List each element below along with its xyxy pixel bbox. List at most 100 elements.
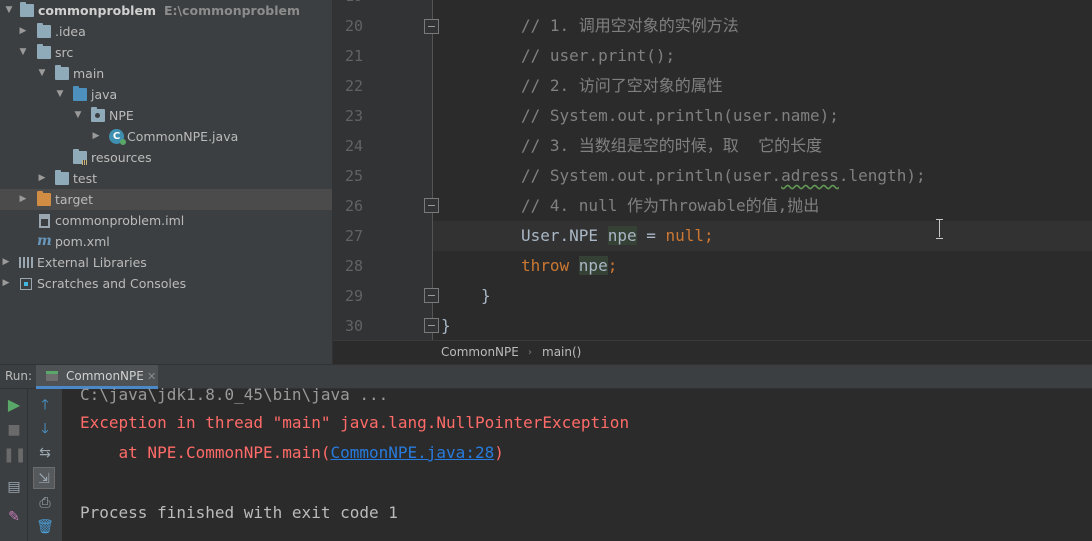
code-editor[interactable]: 19 20 21 22 23 24 25 26 27 28 29 30 // 1… — [333, 0, 1092, 340]
chevron-right-icon[interactable]: ▶ — [18, 21, 28, 42]
tree-item-label: src — [55, 45, 74, 60]
breadcrumb-class[interactable]: CommonNPE — [441, 341, 519, 364]
module-file-icon — [39, 214, 50, 228]
tree-item-label: test — [73, 171, 98, 186]
print-icon[interactable]: ⎙ — [34, 492, 56, 514]
library-icon — [19, 257, 33, 268]
code-line-20: // 1. 调用空对象的实例方法 — [433, 11, 1092, 41]
soft-wrap-icon[interactable]: ⇆ — [34, 442, 56, 464]
folder-icon — [55, 65, 69, 80]
code-line-26: // 4. null 作为Throwable的值,抛出 — [433, 191, 1092, 221]
comment: // user.print(); — [521, 46, 676, 65]
pin-icon[interactable]: ✎ — [3, 506, 25, 528]
tree-item-test[interactable]: ▶ test — [0, 168, 332, 189]
keyword: throw — [521, 256, 579, 275]
tree-item-commonnpe-java[interactable]: ▶ C CommonNPE.java — [0, 126, 332, 147]
layout-icon[interactable]: ▤ — [3, 476, 25, 498]
tree-item-label: pom.xml — [55, 234, 110, 249]
tree-item-npe-package[interactable]: ▼ NPE — [0, 105, 332, 126]
code-line-29: } — [433, 281, 1092, 311]
code-token: } — [441, 316, 451, 335]
tree-item-label: Scratches and Consoles — [37, 276, 187, 291]
source-link[interactable]: CommonNPE.java:28 — [330, 443, 494, 462]
pause-icon[interactable]: ❚❚ — [3, 444, 26, 466]
chevron-down-icon[interactable]: ▼ — [4, 0, 14, 21]
line-number: 24 — [344, 137, 363, 155]
code-token: = — [636, 226, 666, 245]
project-path: E:\commonproblem — [163, 3, 301, 18]
code-line-25: // System.out.println(user.adress.length… — [433, 161, 1092, 191]
tree-item-external-libraries[interactable]: ▶ External Libraries — [0, 252, 332, 273]
code-token: User.NPE — [521, 226, 608, 245]
line-number: 28 — [344, 257, 363, 275]
run-label: Run: — [5, 369, 33, 383]
tree-item-iml[interactable]: commonproblem.iml — [0, 210, 332, 231]
chevron-down-icon[interactable]: ▼ — [37, 63, 47, 84]
tree-item-label: NPE — [109, 108, 134, 123]
tree-item-label: resources — [91, 150, 152, 165]
scroll-down-icon[interactable]: 🡓 — [34, 418, 56, 440]
rerun-icon[interactable]: ▶ — [3, 394, 25, 416]
code-line-28: throw npe; — [433, 251, 1092, 281]
chevron-right-icon[interactable]: ▶ — [91, 126, 101, 147]
code-token: ; — [607, 256, 618, 275]
folder-icon — [55, 170, 69, 185]
tree-item-target[interactable]: ▶ target — [0, 189, 332, 210]
run-toolbar-right: 🡑 🡓 ⇆ ⇲ ⎙ 🗑 — [28, 389, 62, 541]
line-number: 22 — [344, 77, 363, 95]
breadcrumb-method[interactable]: main() — [542, 341, 581, 364]
java-class-icon: C — [109, 129, 126, 145]
comment: // 2. 访问了空对象的属性 — [521, 76, 723, 95]
mouse-ibeam-cursor — [936, 219, 943, 239]
tree-item-idea[interactable]: ▶ .idea — [0, 21, 332, 42]
chevron-down-icon[interactable]: ▼ — [55, 84, 65, 105]
tree-item-label: java — [91, 87, 118, 102]
tree-item-label: target — [55, 192, 94, 207]
chevron-right-icon[interactable]: ▶ — [1, 252, 11, 273]
source-folder-icon — [73, 86, 87, 101]
tree-item-resources[interactable]: resources — [0, 147, 332, 168]
line-number: 25 — [344, 167, 363, 185]
comment: // 3. 当数组是空的时候，取 它的长度 — [521, 136, 823, 155]
line-number: 30 — [344, 317, 363, 335]
clear-icon[interactable]: 🗑 — [34, 516, 56, 538]
scroll-to-end-icon[interactable]: ⇲ — [33, 467, 55, 489]
line-number: 27 — [344, 227, 363, 245]
chevron-right-icon[interactable]: ▶ — [18, 189, 28, 210]
code-line-30: } — [433, 311, 1092, 340]
tree-item-main[interactable]: ▼ main — [0, 63, 332, 84]
highlighted-identifier: npe — [578, 256, 608, 275]
chevron-down-icon[interactable]: ▼ — [73, 105, 83, 126]
stacktrace-prefix: at NPE.CommonNPE.main( — [80, 443, 331, 462]
tree-item-label: .idea — [55, 24, 86, 39]
console-exception-line: Exception in thread "main" java.lang.Nul… — [80, 413, 630, 432]
console-output[interactable]: C:\java\jdk1.8.0_45\bin\java ... Excepti… — [62, 385, 1092, 541]
line-number: 21 — [344, 47, 363, 65]
tree-item-commonproblem[interactable]: ▼ commonproblem E:\commonproblem — [0, 0, 332, 21]
line-number: 20 — [344, 17, 363, 35]
tree-item-label: External Libraries — [37, 255, 147, 270]
chevron-right-icon[interactable]: ▶ — [1, 273, 11, 294]
folder-icon — [37, 23, 51, 38]
tree-item-label: commonproblem E:\commonproblem — [38, 3, 301, 18]
chevron-right-icon[interactable]: ▶ — [37, 168, 47, 189]
folder-icon — [37, 44, 51, 59]
tree-item-label: main — [73, 66, 105, 81]
scratches-icon — [20, 278, 32, 290]
chevron-down-icon[interactable]: ▼ — [18, 42, 28, 63]
project-tool-window: ▼ commonproblem E:\commonproblem ▶ .idea … — [0, 0, 332, 364]
resources-folder-icon — [73, 149, 88, 165]
tree-item-scratches[interactable]: ▶ Scratches and Consoles — [0, 273, 332, 294]
tree-item-java[interactable]: ▼ java — [0, 84, 332, 105]
tree-item-src[interactable]: ▼ src — [0, 42, 332, 63]
stop-icon[interactable]: ■ — [3, 419, 25, 441]
typo-word: adress — [781, 166, 839, 185]
highlighted-identifier: npe — [607, 226, 637, 245]
scroll-up-icon[interactable]: 🡑 — [34, 394, 56, 416]
run-config-icon — [46, 371, 58, 381]
code-line-23: // System.out.println(user.name); — [433, 101, 1092, 131]
tree-item-pom[interactable]: m pom.xml — [0, 231, 332, 252]
comment: // System.out.println(user.name); — [521, 106, 839, 125]
maven-icon: m — [37, 233, 52, 249]
comment: // System.out.println(user. — [521, 166, 782, 185]
